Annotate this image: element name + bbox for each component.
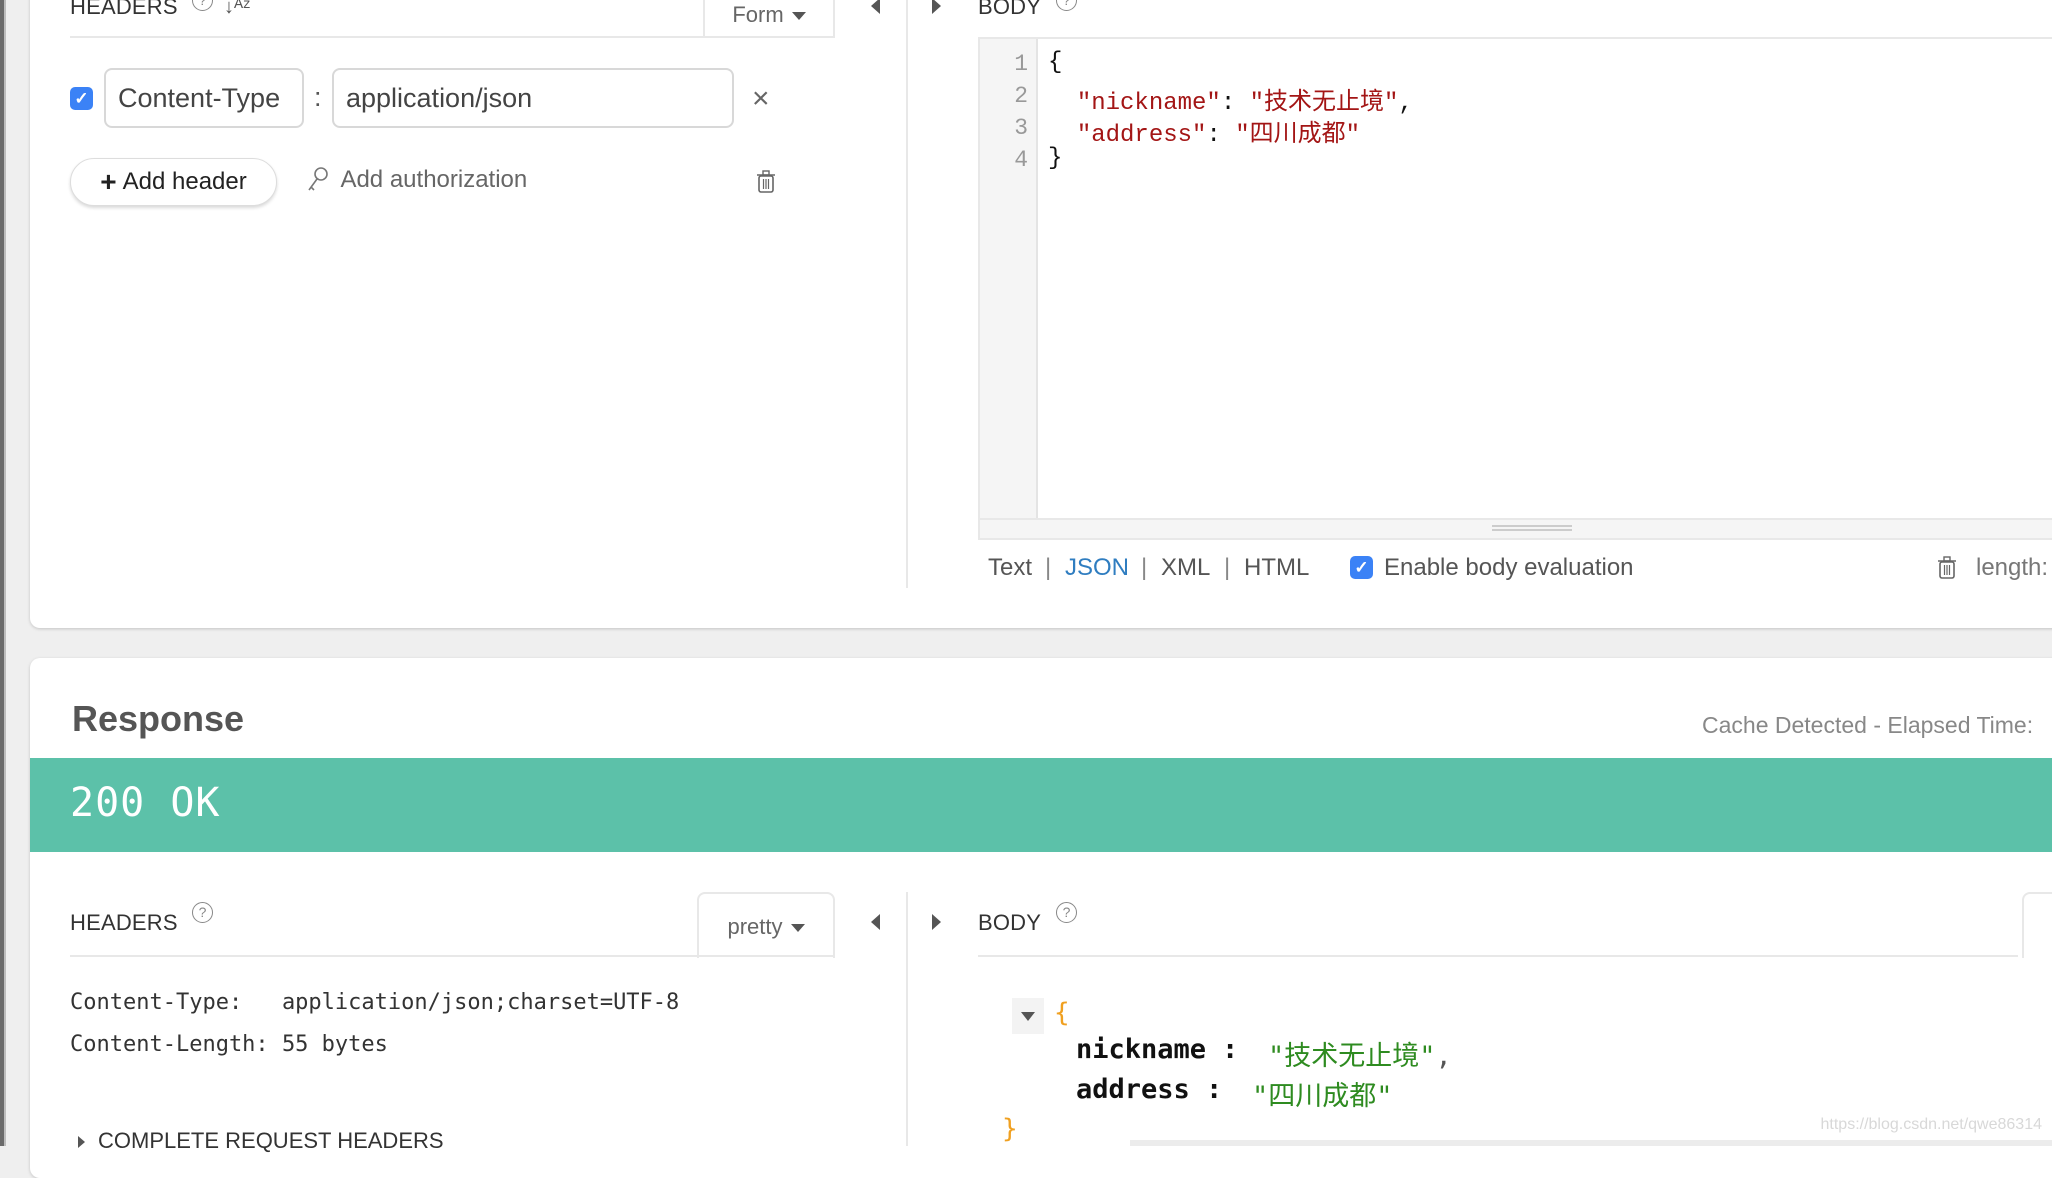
- expand-right-icon[interactable]: [932, 0, 941, 14]
- horizontal-scrollbar[interactable]: [1130, 1140, 2052, 1146]
- headers-view-dropdown[interactable]: pretty: [697, 892, 835, 958]
- header-enabled-checkbox[interactable]: ✓: [70, 87, 93, 110]
- body-view-dropdown[interactable]: [2022, 892, 2052, 958]
- add-authorization-link[interactable]: Add authorization: [306, 166, 527, 194]
- collapse-object-toggle[interactable]: [1012, 998, 1044, 1034]
- collapse-left-icon[interactable]: [871, 0, 880, 14]
- request-headers-label: HEADERS: [70, 0, 178, 19]
- grip-line: [1492, 529, 1572, 531]
- help-icon[interactable]: ?: [192, 902, 213, 923]
- response-title: Response: [72, 698, 245, 739]
- json-key: "address": [1076, 122, 1207, 149]
- headers-divider: [70, 36, 835, 38]
- tree-key: address: [1076, 1074, 1190, 1105]
- chevron-down-icon: [791, 12, 806, 21]
- format-json[interactable]: JSON: [1065, 554, 1129, 582]
- add-header-label: Add header: [122, 168, 247, 195]
- code-line: "address": "四川成都": [1076, 122, 1361, 149]
- remove-header-icon[interactable]: ×: [752, 82, 770, 116]
- format-separator: |: [1141, 554, 1148, 581]
- header-value-value: application/json: [346, 82, 533, 113]
- panel-splitter[interactable]: [906, 892, 908, 1146]
- format-text[interactable]: Text: [988, 554, 1032, 582]
- format-xml[interactable]: XML: [1161, 554, 1210, 582]
- help-icon[interactable]: ?: [1056, 902, 1077, 923]
- add-authorization-label: Add authorization: [340, 166, 528, 193]
- format-separator: |: [1224, 554, 1231, 581]
- editor-resize-handle[interactable]: [978, 520, 2052, 540]
- line-number: 3: [1014, 115, 1028, 141]
- line-number: 4: [1014, 147, 1028, 173]
- status-code: 200 OK: [70, 780, 221, 826]
- tree-value: "技术无止境",: [1268, 1041, 1452, 1072]
- complete-request-headers-label: COMPLETE REQUEST HEADERS: [98, 1128, 444, 1153]
- open-brace: {: [1054, 998, 1070, 1028]
- line-number: 2: [1014, 83, 1028, 109]
- response-body-label: BODY: [978, 910, 1042, 935]
- headers-view-label: pretty: [727, 914, 783, 939]
- headers-mode-label: Form: [732, 2, 784, 27]
- tree-colon: :: [1222, 1034, 1239, 1065]
- body-divider: [978, 955, 2018, 957]
- body-length-label: length:: [1976, 554, 2049, 581]
- code-line: "nickname": "技术无止境",: [1076, 90, 1413, 117]
- header-separator: :: [314, 82, 322, 112]
- grip-line: [1492, 525, 1572, 527]
- trash-icon[interactable]: [756, 170, 776, 194]
- body-code-editor[interactable]: 1 2 3 4 { "nickname": "技术无止境", "address"…: [978, 37, 2052, 520]
- headers-mode-dropdown[interactable]: Form: [703, 0, 835, 38]
- expand-right-icon[interactable]: [932, 914, 941, 930]
- header-value-input[interactable]: application/json: [332, 68, 734, 128]
- caret-right-icon: [78, 1136, 85, 1148]
- response-header-row: Content-Type: application/json;charset=U…: [70, 990, 680, 1015]
- close-brace: }: [1002, 1114, 1018, 1144]
- tree-colon: :: [1206, 1074, 1223, 1105]
- format-separator: |: [1045, 554, 1052, 581]
- headers-divider: [70, 955, 835, 957]
- sort-alpha-icon[interactable]: ↓ᴬᶻ: [224, 0, 250, 19]
- enable-body-evaluation-checkbox[interactable]: ✓: [1350, 556, 1373, 579]
- trash-icon[interactable]: [1937, 556, 1957, 580]
- enable-body-evaluation-label: Enable body evaluation: [1384, 554, 1634, 581]
- line-number: 1: [1014, 51, 1028, 77]
- header-name-input[interactable]: Content-Type: [104, 68, 304, 128]
- response-header-row: Content-Length: 55 bytes: [70, 1032, 388, 1057]
- window-edge-highlight: [4, 0, 6, 1146]
- key-icon: [308, 167, 328, 191]
- header-name-value: Content-Type: [118, 82, 281, 113]
- json-value: "四川成都": [1235, 122, 1361, 149]
- code-line: {: [1048, 49, 1063, 76]
- add-header-button[interactable]: + Add header: [70, 158, 277, 206]
- request-body-label: BODY: [978, 0, 1042, 19]
- watermark: https://blog.csdn.net/qwe86314: [1820, 1116, 2043, 1133]
- collapse-left-icon[interactable]: [871, 914, 880, 930]
- format-html[interactable]: HTML: [1244, 554, 1309, 582]
- tree-value: "四川成都": [1252, 1081, 1393, 1112]
- cache-elapsed-info: Cache Detected - Elapsed Time:: [1702, 712, 2034, 738]
- code-line: }: [1048, 145, 1063, 172]
- response-headers-label: HEADERS: [70, 910, 178, 935]
- line-number-gutter: 1 2 3 4: [980, 39, 1038, 518]
- chevron-down-icon: [790, 924, 805, 933]
- tree-key: nickname: [1076, 1034, 1207, 1065]
- status-bar: 200 OK: [30, 758, 2052, 852]
- plus-icon: +: [100, 166, 117, 197]
- panel-splitter[interactable]: [906, 0, 908, 588]
